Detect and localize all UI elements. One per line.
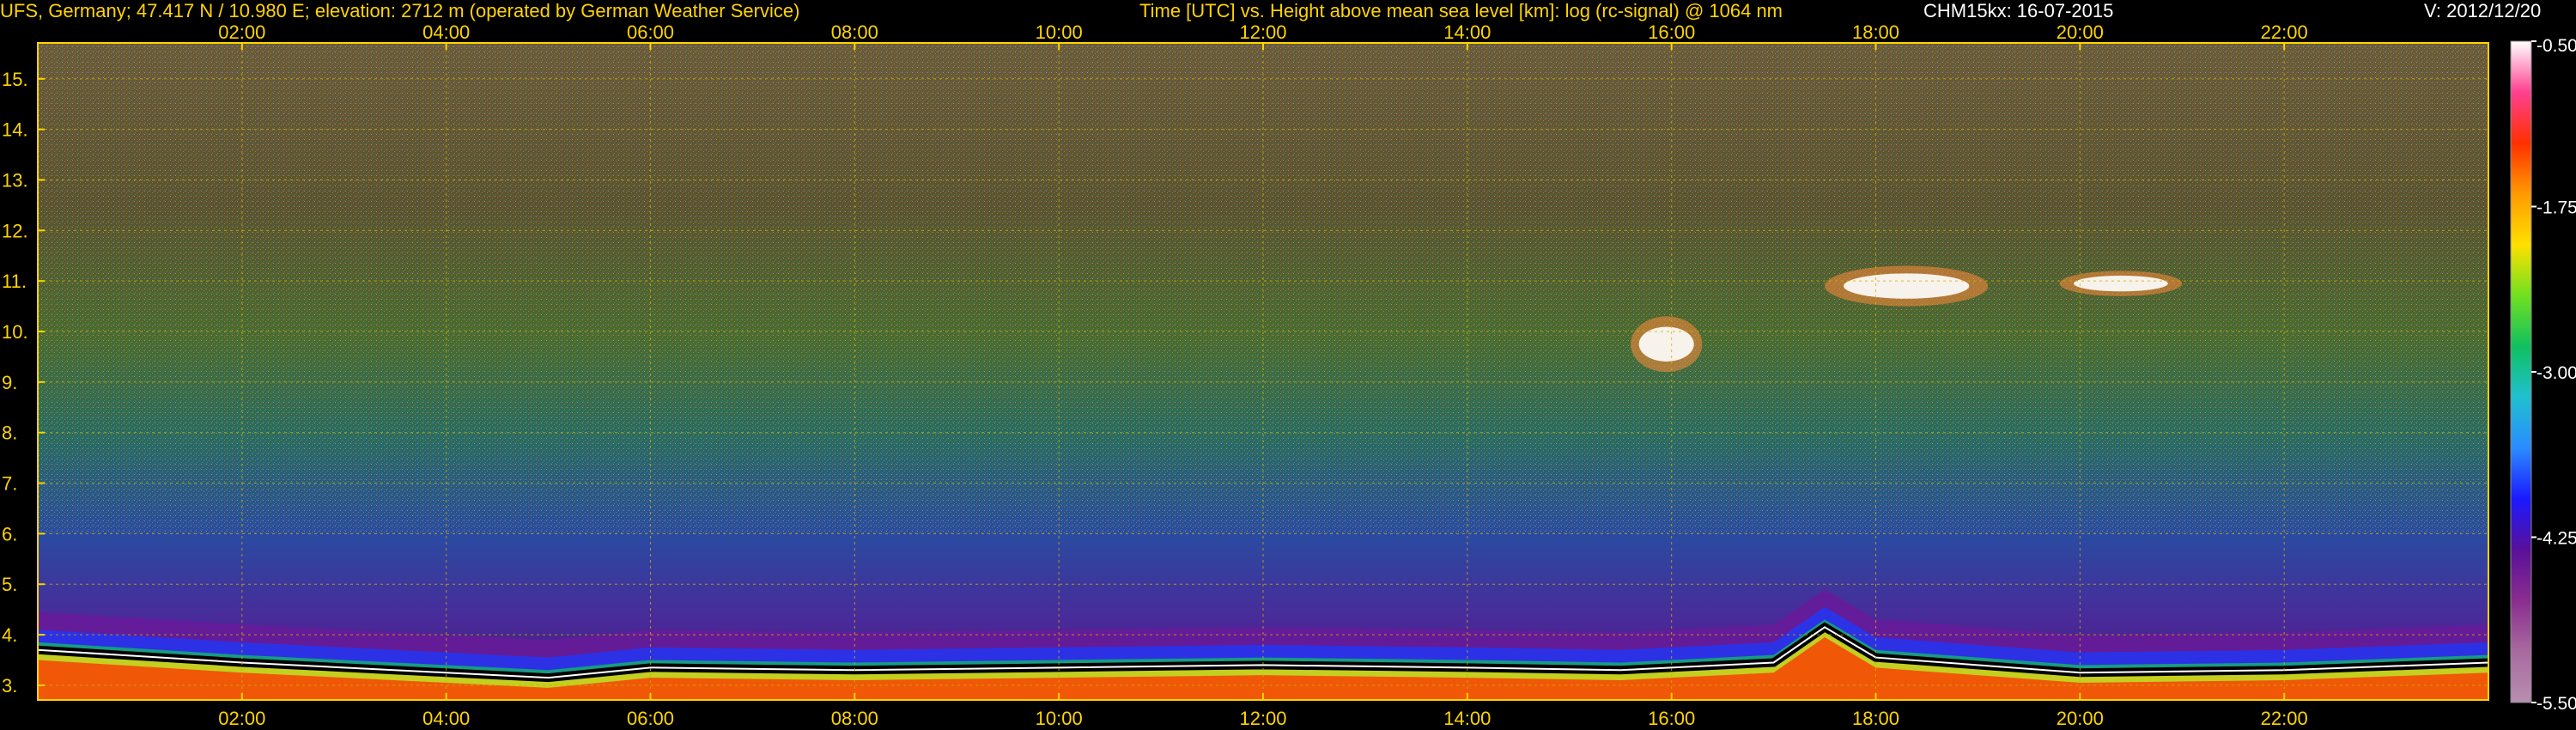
y-tick-label: 5. bbox=[2, 574, 17, 595]
cirrus-cloud-core-2 bbox=[1843, 273, 1970, 299]
x-tick-label-bottom: 14:00 bbox=[1443, 708, 1491, 729]
colorbar-tick-label: -1.75 bbox=[2537, 198, 2576, 218]
colorbar-tick-label: -0.50 bbox=[2537, 36, 2576, 56]
x-tick-label-top: 12:00 bbox=[1239, 21, 1286, 43]
backscatter-heatmap-chart: 02:00 02:00 04:00 04:00 06:00 06:00 08:00 08:00… bbox=[2, 21, 2576, 729]
y-tick-label: 7. bbox=[2, 473, 17, 495]
x-tick-label-bottom: 10:00 bbox=[1036, 708, 1083, 729]
x-tick-label-top: 18:00 bbox=[1852, 21, 1899, 43]
colorbar-tick-label: -4.25 bbox=[2537, 529, 2576, 549]
colorbar-gradient bbox=[2510, 40, 2532, 703]
x-tick-label-bottom: 18:00 bbox=[1852, 708, 1899, 729]
cirrus-cloud-core-1 bbox=[1638, 326, 1694, 362]
y-tick-label: 14. bbox=[2, 119, 28, 141]
x-tick-label-bottom: 08:00 bbox=[831, 708, 878, 729]
y-tick-label: 9. bbox=[2, 372, 17, 393]
ceilometer-plot-window: UFS, Germany; 47.417 N / 10.980 E; eleva… bbox=[0, 0, 2576, 730]
x-tick-label-top: 20:00 bbox=[2057, 21, 2104, 43]
x-tick-label-bottom: 20:00 bbox=[2057, 708, 2104, 729]
x-tick-label-top: 06:00 bbox=[627, 21, 674, 43]
x-tick-label-top: 14:00 bbox=[1443, 21, 1491, 43]
x-tick-label-bottom: 22:00 bbox=[2261, 708, 2308, 729]
x-tick-label-top: 02:00 bbox=[218, 21, 265, 43]
colorbar-tick-label: -3.00 bbox=[2537, 363, 2576, 383]
x-tick-label-top: 16:00 bbox=[1648, 21, 1695, 43]
x-tick-label-top: 08:00 bbox=[831, 21, 878, 43]
y-tick-label: 10. bbox=[2, 321, 28, 343]
colorbar: -0.50 -1.75 -3.00 -4.25 -5.50 bbox=[2510, 36, 2576, 714]
x-tick-label-bottom: 16:00 bbox=[1648, 708, 1695, 729]
y-tick-label: 12. bbox=[2, 220, 28, 241]
x-tick-label-bottom: 04:00 bbox=[422, 708, 470, 729]
x-tick-label-bottom: 06:00 bbox=[627, 708, 674, 729]
x-tick-label-bottom: 02:00 bbox=[218, 708, 265, 729]
x-tick-label-top: 10:00 bbox=[1036, 21, 1083, 43]
y-tick-label: 4. bbox=[2, 624, 17, 646]
y-tick-label: 3. bbox=[2, 675, 17, 697]
y-tick-label: 8. bbox=[2, 423, 17, 444]
y-tick-label: 11. bbox=[2, 271, 27, 292]
colorbar-tick-label: -5.50 bbox=[2537, 694, 2576, 714]
x-tick-label-top: 22:00 bbox=[2261, 21, 2308, 43]
y-tick-label: 15. bbox=[2, 69, 28, 90]
x-tick-label-top: 04:00 bbox=[422, 21, 470, 43]
x-tick-label-bottom: 12:00 bbox=[1239, 708, 1286, 729]
y-tick-label: 6. bbox=[2, 523, 17, 544]
cirrus-cloud-core-3 bbox=[2074, 275, 2168, 292]
y-tick-label: 13. bbox=[2, 169, 28, 191]
